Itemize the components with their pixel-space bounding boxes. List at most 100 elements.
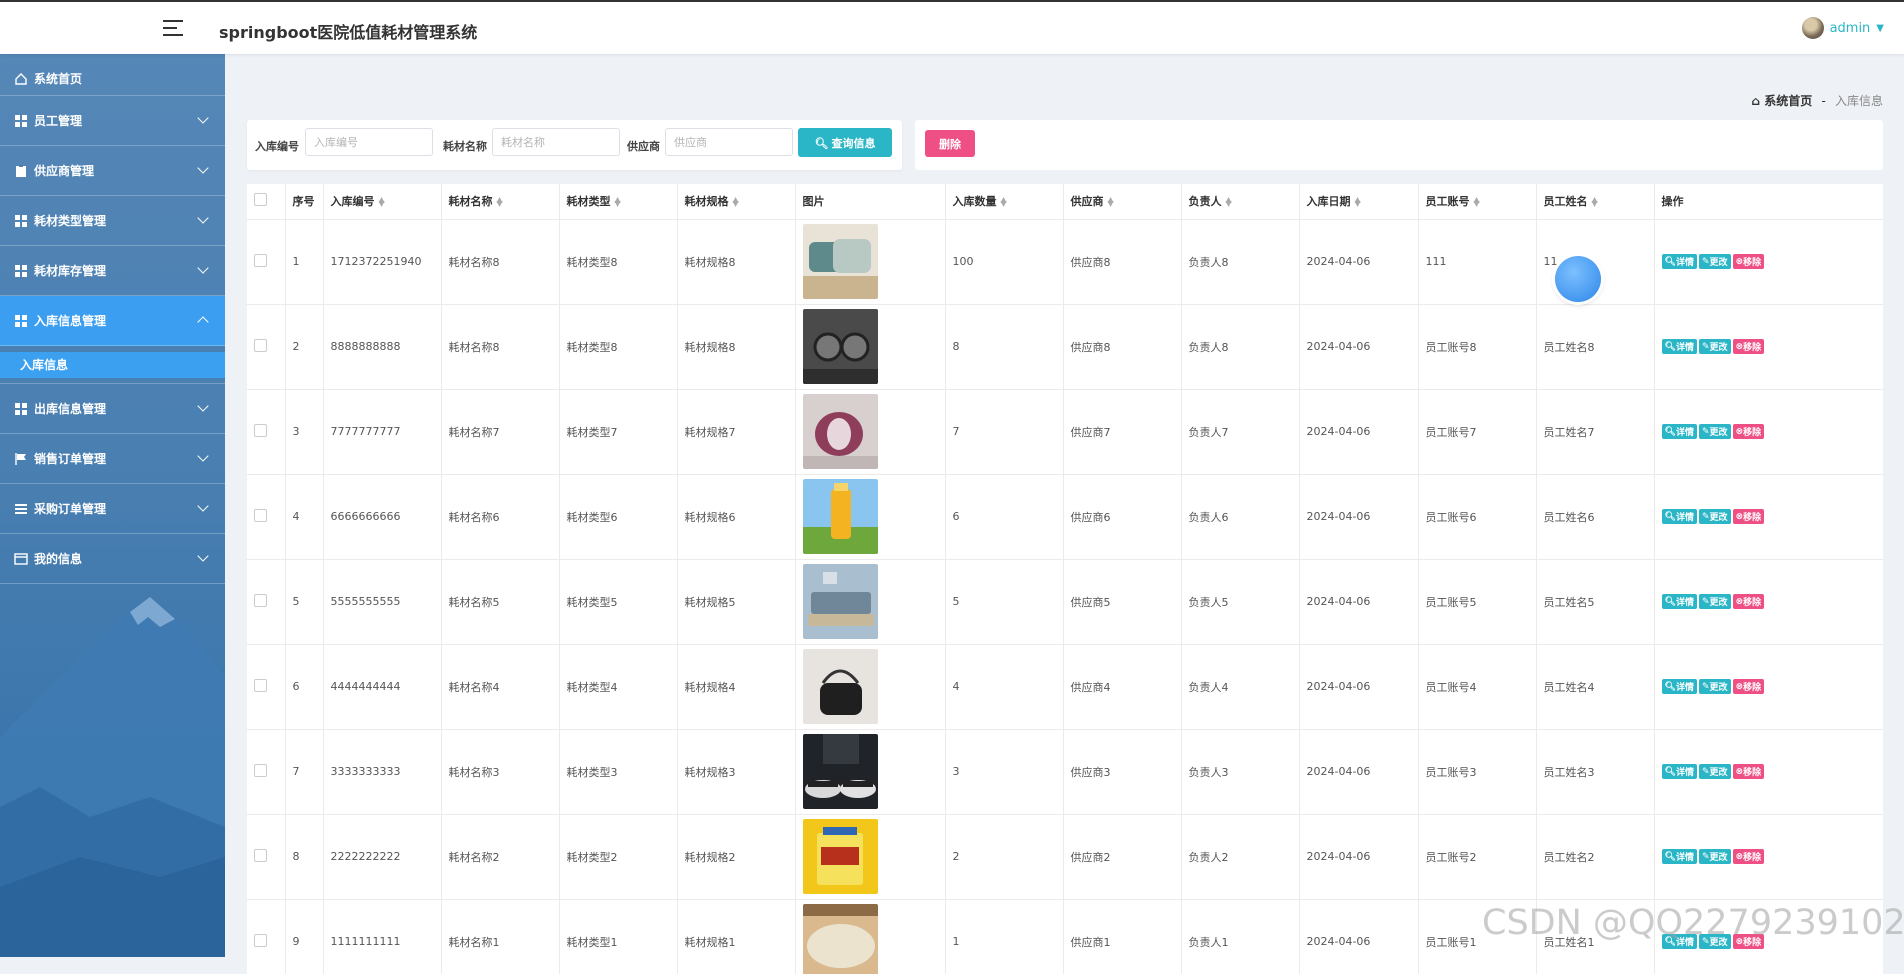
detail-button[interactable]: 🔍︎ 详情 bbox=[1661, 424, 1697, 440]
row-checkbox[interactable] bbox=[254, 508, 267, 522]
row-checkbox[interactable] bbox=[254, 423, 267, 437]
search-input-supplier[interactable] bbox=[665, 128, 793, 156]
detail-button[interactable]: 🔍︎ 详情 bbox=[1661, 849, 1697, 865]
row-select-cell bbox=[247, 219, 286, 305]
row-checkbox[interactable] bbox=[254, 848, 267, 862]
detail-button[interactable]: 🔍︎ 详情 bbox=[1661, 254, 1697, 270]
cell-actions: 🔍︎ 详情 ✎ 更改 ⊗ 移除 bbox=[1654, 219, 1883, 305]
sidebar-item-label: 供应商管理 bbox=[34, 164, 95, 178]
chevron-icon bbox=[197, 262, 209, 274]
search-icon: 🔍︎ bbox=[1664, 511, 1676, 522]
cell-date: 2024-04-06 bbox=[1299, 814, 1419, 900]
sort-icon[interactable]: ▲ ▼ bbox=[1001, 196, 1007, 208]
item-image bbox=[802, 224, 878, 299]
detail-button[interactable]: 🔍︎ 详情 bbox=[1661, 339, 1697, 355]
row-checkbox[interactable] bbox=[254, 763, 267, 777]
sidebar-item-8[interactable]: 采购订单管理 bbox=[0, 484, 225, 534]
sidebar-item-5[interactable]: 入库信息管理 bbox=[0, 296, 225, 346]
sidebar-item-2[interactable]: 供应商管理 bbox=[0, 146, 225, 196]
menu-toggle-icon[interactable] bbox=[163, 20, 183, 38]
breadcrumb-home[interactable]: 系统首页 bbox=[1764, 94, 1812, 108]
edit-button-label: 更改 bbox=[1709, 258, 1728, 269]
cell-image bbox=[795, 729, 946, 815]
remove-button[interactable]: ⊗ 移除 bbox=[1732, 509, 1765, 525]
search-input-code[interactable] bbox=[305, 128, 433, 156]
sort-icon[interactable]: ▲ ▼ bbox=[379, 196, 385, 208]
submenu-item-0[interactable]: 入库信息 bbox=[0, 352, 225, 378]
edit-button[interactable]: ✎ 更改 bbox=[1698, 509, 1731, 525]
detail-button[interactable]: 🔍︎ 详情 bbox=[1661, 509, 1697, 525]
sort-icon[interactable]: ▲ ▼ bbox=[497, 196, 503, 208]
sidebar-item-6[interactable]: 出库信息管理 bbox=[0, 384, 225, 434]
edit-button[interactable]: ✎ 更改 bbox=[1698, 594, 1731, 610]
remove-button[interactable]: ⊗ 移除 bbox=[1732, 764, 1765, 780]
detail-button[interactable]: 🔍︎ 详情 bbox=[1661, 594, 1697, 610]
sort-icon[interactable]: ▲ ▼ bbox=[1226, 196, 1232, 208]
sidebar-item-9[interactable]: 我的信息 bbox=[0, 534, 225, 584]
column-header[interactable]: 入库编号 ▲ ▼ bbox=[323, 184, 442, 220]
edit-icon: ✎ bbox=[1701, 341, 1710, 352]
detail-button[interactable]: 🔍︎ 详情 bbox=[1661, 764, 1697, 780]
card-icon bbox=[14, 552, 28, 566]
breadcrumb: ⌂ 系统首页 - 入库信息 bbox=[1751, 92, 1883, 109]
column-header[interactable]: 负责人 ▲ ▼ bbox=[1181, 184, 1300, 220]
sort-icon[interactable]: ▲ ▼ bbox=[1592, 196, 1598, 208]
remove-button[interactable]: ⊗ 移除 bbox=[1732, 594, 1765, 610]
column-header[interactable]: 耗材名称 ▲ ▼ bbox=[441, 184, 560, 220]
remove-button[interactable]: ⊗ 移除 bbox=[1732, 424, 1765, 440]
sidebar-item-4[interactable]: 耗材库存管理 bbox=[0, 246, 225, 296]
edit-button[interactable]: ✎ 更改 bbox=[1698, 254, 1731, 270]
row-checkbox[interactable] bbox=[254, 933, 267, 947]
column-header[interactable]: 耗材规格 ▲ ▼ bbox=[677, 184, 796, 220]
cell-account: 员工账号3 bbox=[1418, 729, 1537, 815]
search-button[interactable]: 🔍︎ 查询信息 bbox=[798, 128, 892, 157]
select-all-checkbox[interactable] bbox=[254, 193, 267, 207]
cell-supplier: 供应商6 bbox=[1063, 474, 1182, 560]
remove-button[interactable]: ⊗ 移除 bbox=[1732, 339, 1765, 355]
column-header[interactable]: 员工姓名 ▲ ▼ bbox=[1536, 184, 1655, 220]
sidebar-item-7[interactable]: 销售订单管理 bbox=[0, 434, 225, 484]
breadcrumb-separator: - bbox=[1821, 94, 1826, 108]
sort-icon[interactable]: ▲ ▼ bbox=[1474, 196, 1480, 208]
edit-button[interactable]: ✎ 更改 bbox=[1698, 849, 1731, 865]
table-row: 1 1712372251940 耗材名称8 耗材类型8 耗材规格8 100 供应商8 负责人8… bbox=[247, 219, 1883, 305]
search-label-supplier: 供应商 bbox=[627, 140, 660, 153]
sort-icon[interactable]: ▲ ▼ bbox=[733, 196, 739, 208]
sidebar-item-3[interactable]: 耗材类型管理 bbox=[0, 196, 225, 246]
delete-button[interactable]: 删除 bbox=[925, 130, 975, 157]
cell-name: 耗材名称8 bbox=[441, 219, 560, 305]
row-checkbox[interactable] bbox=[254, 338, 267, 352]
sidebar-item-1[interactable]: 员工管理 bbox=[0, 96, 225, 146]
remove-button[interactable]: ⊗ 移除 bbox=[1732, 679, 1765, 695]
edit-button[interactable]: ✎ 更改 bbox=[1698, 339, 1731, 355]
sort-icon[interactable]: ▲ ▼ bbox=[1355, 196, 1361, 208]
column-header[interactable]: 入库日期 ▲ ▼ bbox=[1299, 184, 1419, 220]
row-select-cell bbox=[247, 729, 286, 815]
column-header[interactable]: 耗材类型 ▲ ▼ bbox=[559, 184, 678, 220]
detail-button[interactable]: 🔍︎ 详情 bbox=[1661, 679, 1697, 695]
edit-button[interactable]: ✎ 更改 bbox=[1698, 679, 1731, 695]
cell-spec: 耗材规格2 bbox=[677, 814, 796, 900]
remove-button[interactable]: ⊗ 移除 bbox=[1732, 849, 1765, 865]
edit-button[interactable]: ✎ 更改 bbox=[1698, 764, 1731, 780]
column-header[interactable]: 员工账号 ▲ ▼ bbox=[1418, 184, 1537, 220]
row-checkbox[interactable] bbox=[254, 678, 267, 692]
sidebar-item-0[interactable]: 系统首页 bbox=[0, 62, 225, 96]
cell-owner: 负责人1 bbox=[1181, 899, 1300, 974]
row-checkbox[interactable] bbox=[254, 253, 267, 267]
row-checkbox[interactable] bbox=[254, 593, 267, 607]
detail-button-label: 详情 bbox=[1675, 683, 1694, 694]
search-input-name[interactable] bbox=[492, 128, 620, 156]
sort-icon[interactable]: ▲ ▼ bbox=[1108, 196, 1114, 208]
column-header[interactable]: 供应商 ▲ ▼ bbox=[1063, 184, 1182, 220]
column-header: 序号 bbox=[285, 184, 324, 220]
user-menu[interactable]: admin ▼ bbox=[1801, 17, 1884, 39]
breadcrumb-current: 入库信息 bbox=[1834, 94, 1883, 108]
column-header[interactable]: 入库数量 ▲ ▼ bbox=[945, 184, 1064, 220]
edit-button[interactable]: ✎ 更改 bbox=[1698, 424, 1731, 440]
sidebar-nav: 系统首页 员工管理供应商管理耗材类型管理 耗材库存管理 入库信息管理入库信息出库信息管… bbox=[0, 62, 225, 584]
sort-icon[interactable]: ▲ ▼ bbox=[615, 196, 621, 208]
floating-assistant-button[interactable] bbox=[1555, 256, 1601, 302]
cell-image bbox=[795, 474, 946, 560]
remove-button[interactable]: ⊗ 移除 bbox=[1732, 254, 1765, 270]
